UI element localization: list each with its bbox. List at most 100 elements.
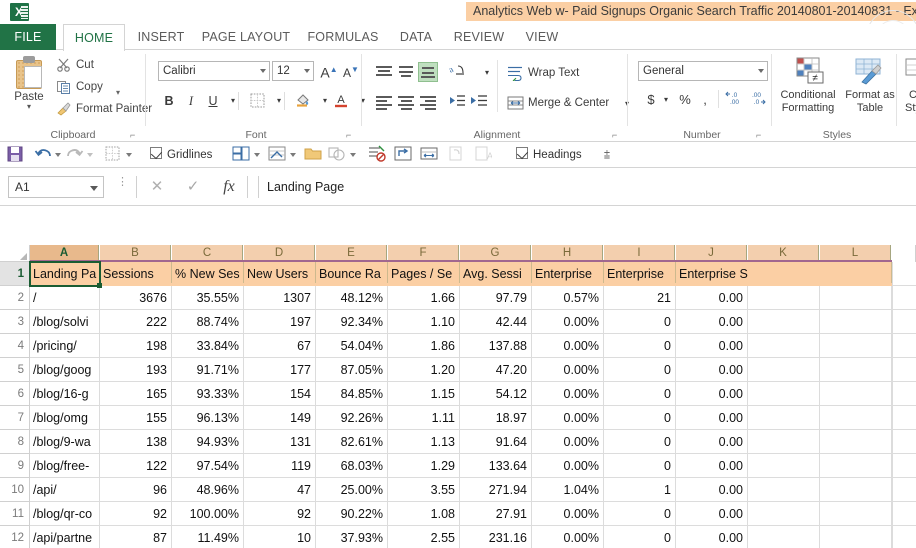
data-cell[interactable]: 0.00 xyxy=(676,526,748,548)
data-cell[interactable]: 97.79 xyxy=(460,286,532,310)
formula-bar-handle[interactable]: ⋮ xyxy=(117,177,128,188)
data-cell[interactable]: 0.00 xyxy=(676,334,748,358)
data-cell[interactable]: 155 xyxy=(100,406,172,430)
data-cell[interactable] xyxy=(748,286,820,310)
data-cell[interactable] xyxy=(748,358,820,382)
data-cell[interactable]: 165 xyxy=(100,382,172,406)
data-cell[interactable]: 1.10 xyxy=(388,310,460,334)
data-cell[interactable] xyxy=(820,478,892,502)
conditional-formatting-button[interactable]: ≠ Conditional Formatting xyxy=(778,54,838,126)
data-cell[interactable]: 97.54% xyxy=(172,454,244,478)
data-cell[interactable] xyxy=(820,358,892,382)
row-header-12[interactable]: 12 xyxy=(0,526,30,548)
font-size-combobox[interactable]: 12 xyxy=(272,61,314,81)
data-cell[interactable] xyxy=(748,310,820,334)
data-cell[interactable]: 0.00 xyxy=(676,502,748,526)
data-cell[interactable]: /blog/qr-co xyxy=(30,502,100,526)
data-cell[interactable]: 222 xyxy=(100,310,172,334)
data-cell[interactable]: /blog/16-g xyxy=(30,382,100,406)
data-cell[interactable]: 92.34% xyxy=(316,310,388,334)
toolbar-overflow-icon[interactable]: ⩲ xyxy=(600,145,614,165)
data-cell[interactable]: 0 xyxy=(604,430,676,454)
tab-page-layout[interactable]: PAGE LAYOUT xyxy=(196,24,296,50)
data-cell[interactable]: 0 xyxy=(604,526,676,548)
data-cell[interactable]: 0.00% xyxy=(532,454,604,478)
data-cell[interactable]: /pricing/ xyxy=(30,334,100,358)
save-button[interactable] xyxy=(6,145,26,165)
data-cell[interactable]: 1.66 xyxy=(388,286,460,310)
align-right-button[interactable] xyxy=(418,92,438,112)
data-cell[interactable]: /blog/free- xyxy=(30,454,100,478)
tab-formulas[interactable]: FORMULAS xyxy=(302,24,384,50)
borders-dropdown-icon[interactable]: ▾ xyxy=(268,90,290,112)
data-cell[interactable]: 87 xyxy=(100,526,172,548)
data-cell[interactable]: 0.00% xyxy=(532,358,604,382)
data-cell[interactable]: 1.86 xyxy=(388,334,460,358)
data-cell[interactable] xyxy=(748,382,820,406)
data-cell[interactable]: 0.00% xyxy=(532,382,604,406)
font-color-button[interactable]: A xyxy=(330,90,352,112)
percent-style-button[interactable]: % xyxy=(676,90,694,110)
data-cell[interactable]: 0.00% xyxy=(532,526,604,548)
number-format-combobox[interactable]: General xyxy=(638,61,768,81)
data-cell[interactable]: 91.64 xyxy=(460,430,532,454)
tab-file[interactable]: FILE xyxy=(0,24,56,50)
data-cell[interactable]: 0 xyxy=(604,454,676,478)
row-header-3[interactable]: 3 xyxy=(0,310,30,334)
wrap-text-button[interactable]: Wrap Text xyxy=(506,63,579,83)
orientation-dropdown-icon[interactable]: ▾ xyxy=(476,62,498,84)
data-cell[interactable]: 3.55 xyxy=(388,478,460,502)
data-cell[interactable]: 198 xyxy=(100,334,172,358)
data-cell[interactable]: 122 xyxy=(100,454,172,478)
data-cell[interactable] xyxy=(820,382,892,406)
data-cell[interactable]: 1.08 xyxy=(388,502,460,526)
insert-function-icon[interactable]: fx xyxy=(211,176,247,198)
data-cell[interactable]: 33.84% xyxy=(172,334,244,358)
data-cell[interactable]: 119 xyxy=(244,454,316,478)
row-header-10[interactable]: 10 xyxy=(0,478,30,502)
select-all-corner[interactable] xyxy=(0,245,30,262)
data-cell[interactable] xyxy=(820,406,892,430)
data-cell[interactable]: 68.03% xyxy=(316,454,388,478)
data-cell[interactable] xyxy=(748,478,820,502)
decrease-font-size-button[interactable]: A▼ xyxy=(340,59,362,81)
fill-handle[interactable] xyxy=(97,283,102,288)
data-cell[interactable] xyxy=(820,310,892,334)
autofit-width-button[interactable] xyxy=(420,145,440,165)
data-cell[interactable]: 48.96% xyxy=(172,478,244,502)
data-cell[interactable]: 1.29 xyxy=(388,454,460,478)
data-cell[interactable]: 47 xyxy=(244,478,316,502)
data-cell[interactable]: 3676 xyxy=(100,286,172,310)
data-cell[interactable]: 96.13% xyxy=(172,406,244,430)
row-header-6[interactable]: 6 xyxy=(0,382,30,406)
currency-dropdown-icon[interactable]: ▾ xyxy=(660,90,672,110)
data-cell[interactable] xyxy=(748,454,820,478)
font-name-combobox[interactable]: Calibri xyxy=(158,61,270,81)
confirm-entry-icon[interactable]: ✓ xyxy=(175,176,211,198)
data-cell[interactable] xyxy=(820,334,892,358)
data-cell[interactable]: 197 xyxy=(244,310,316,334)
data-cell[interactable]: /blog/omg xyxy=(30,406,100,430)
data-cell[interactable]: 0.00 xyxy=(676,478,748,502)
row-header-2[interactable]: 2 xyxy=(0,286,30,310)
font-size-dropdown-icon[interactable] xyxy=(304,69,310,73)
shapes-button[interactable] xyxy=(328,145,348,165)
currency-button[interactable]: $ xyxy=(642,90,660,110)
data-cell[interactable]: 0.00 xyxy=(676,286,748,310)
data-cell[interactable] xyxy=(748,334,820,358)
name-box[interactable]: A1 xyxy=(8,176,104,198)
data-cell[interactable]: 1.20 xyxy=(388,358,460,382)
data-cell[interactable]: 0.00 xyxy=(676,406,748,430)
data-cell[interactable]: 10 xyxy=(244,526,316,548)
data-cell[interactable] xyxy=(820,502,892,526)
cell-styles-button[interactable]: C Sty xyxy=(900,54,916,126)
cancel-entry-icon[interactable]: ✕ xyxy=(139,176,175,198)
data-cell[interactable]: 1.04% xyxy=(532,478,604,502)
paste-button[interactable]: Paste ▾ xyxy=(6,54,52,122)
data-cell[interactable]: 91.71% xyxy=(172,358,244,382)
data-cell[interactable]: 82.61% xyxy=(316,430,388,454)
name-box-dropdown-icon[interactable] xyxy=(90,186,98,191)
data-cell[interactable]: 0 xyxy=(604,382,676,406)
undo-button[interactable] xyxy=(34,145,54,165)
data-cell[interactable]: 271.94 xyxy=(460,478,532,502)
